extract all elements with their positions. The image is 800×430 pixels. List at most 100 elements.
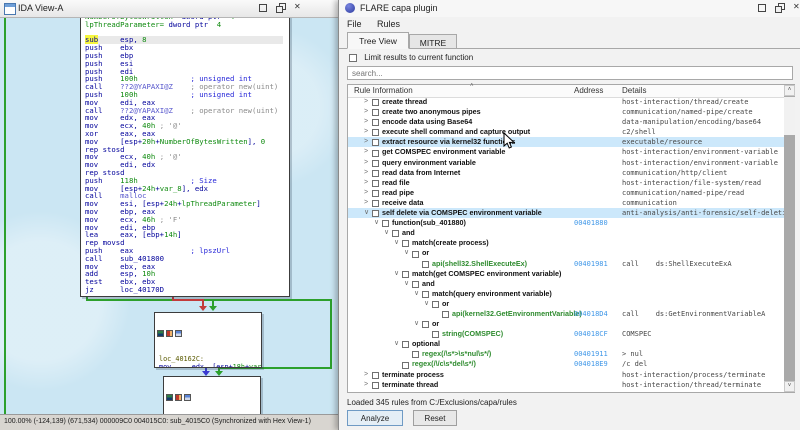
tree-row[interactable]: > extract resource via kernel32 functions… [348,137,785,148]
rule-checkbox[interactable] [382,220,389,228]
rule-checkbox[interactable] [372,210,379,218]
chevron-down-icon[interactable]: ∨ [374,218,382,228]
rule-checkbox[interactable] [372,200,379,208]
chevron-down-icon[interactable]: ∨ [394,339,402,349]
chevron-down-icon[interactable]: ∨ [394,269,402,279]
analyze-button[interactable]: Analyze [347,410,403,426]
rule-address[interactable]: 00401880 [574,219,608,227]
chevron-down-icon[interactable]: ∨ [414,289,422,299]
chevron-right-icon[interactable]: > [364,117,372,127]
maximize-icon[interactable] [757,3,766,12]
limit-results-checkbox[interactable] [349,53,357,62]
reset-button[interactable]: Reset [413,410,457,426]
tree-row[interactable]: ∨ optional [348,339,785,349]
chevron-right-icon[interactable]: > [364,178,372,188]
tree-row[interactable]: > execute shell command and capture outpu… [348,127,785,137]
chevron-down-icon[interactable]: ∨ [414,319,422,329]
rule-address[interactable]: 00401981 [574,260,608,268]
tree-row[interactable]: ∨ function(sub_401880) 00401880 [348,218,785,228]
scroll-up-icon[interactable]: ˄ [784,85,795,96]
tree-row[interactable]: > receive data communication [348,198,785,208]
rule-checkbox[interactable] [402,341,409,349]
chevron-right-icon[interactable]: > [364,380,372,390]
tree-row[interactable]: > read file host-interaction/file-system/r… [348,178,785,188]
search-input[interactable] [347,66,793,80]
tree-row[interactable]: ∨ match(create process) [348,238,785,248]
tree-row[interactable]: >write filehost-interaction/file-system/… [348,390,785,391]
tab-tree-view[interactable]: Tree View [347,32,409,49]
rule-checkbox[interactable] [422,290,429,298]
rule-checkbox[interactable] [372,139,379,147]
rule-checkbox[interactable] [372,149,379,157]
rule-checkbox[interactable] [422,321,429,329]
capa-titlebar[interactable]: FLARE capa plugin [339,0,800,18]
basic-block-sub-4015C0[interactable]: NumberOfBytesWritten= dword ptr -4lpThre… [80,11,290,297]
tree-row[interactable]: string(COMSPEC) 004018CF COMSPEC [348,329,785,339]
chevron-right-icon[interactable]: > [364,370,372,380]
tree-row[interactable]: ∨ match(get COMSPEC environment variable) [348,269,785,279]
rule-checkbox[interactable] [372,381,379,389]
rule-checkbox[interactable] [412,351,419,359]
rule-checkbox[interactable] [412,250,419,258]
rule-checkbox[interactable] [372,189,379,197]
chevron-down-icon[interactable]: ∨ [364,208,372,218]
chevron-down-icon[interactable]: ∨ [404,248,412,258]
menu-rules[interactable]: Rules [377,19,400,29]
menu-file[interactable]: File [347,19,362,29]
chevron-right-icon[interactable]: > [364,390,372,392]
chevron-right-icon[interactable]: > [364,158,372,168]
tree-row[interactable]: > terminate process host-interaction/proce… [348,370,785,380]
tree-row[interactable]: ∨ match(query environment variable) [348,289,785,299]
rule-checkbox[interactable] [372,179,379,187]
tree-row[interactable]: > read pipe communication/named-pipe/read [348,188,785,198]
rule-checkbox[interactable] [372,169,379,177]
chevron-right-icon[interactable]: > [364,168,372,178]
rule-address[interactable]: 004018CF [574,330,608,338]
chevron-right-icon[interactable]: > [364,97,372,107]
tree-row[interactable]: api(shell32.ShellExecuteEx) 00401981 call … [348,259,785,269]
tree-row[interactable]: > encode data using Base64 data-manipulati… [348,117,785,127]
ida-graph-view[interactable]: NumberOfBytesWritten= dword ptr -4lpThre… [0,0,338,430]
rule-checkbox[interactable] [402,361,409,369]
chevron-down-icon[interactable]: ∨ [424,299,432,309]
float-icon[interactable] [775,3,785,13]
rule-checkbox[interactable] [422,260,429,268]
rule-checkbox[interactable] [372,99,379,107]
tree-row[interactable]: ∨ or [348,299,785,309]
close-icon[interactable] [793,2,800,12]
chevron-down-icon[interactable]: ∨ [394,238,402,248]
rule-checkbox[interactable] [402,240,409,248]
tree-row[interactable]: ∨ and [348,228,785,238]
tree-row[interactable]: > create thread host-interaction/thread/cr… [348,97,785,107]
chevron-right-icon[interactable]: > [364,137,372,147]
rule-checkbox[interactable] [432,300,439,308]
rule-checkbox[interactable] [372,129,379,137]
tab-mitre[interactable]: MITRE [409,34,457,49]
chevron-right-icon[interactable]: > [364,188,372,198]
rule-checkbox[interactable] [432,331,439,339]
rule-checkbox[interactable] [392,230,399,238]
scroll-down-icon[interactable]: ˅ [784,381,795,392]
tree-row[interactable]: ∨ self delete via COMSPEC environment var… [348,208,785,219]
float-icon[interactable] [276,3,286,13]
basic-block-loc-401634[interactable]: loc_401634:mov cl, [esi]mov al, cl [163,376,261,416]
tree-row[interactable]: > query environment variable host-interact… [348,158,785,168]
tree-row[interactable]: regex(/\s*>\s*nul\s*/) 00401911 > nul [348,349,785,359]
tree-row[interactable]: > create two anonymous pipes communication… [348,107,785,117]
ida-view-titlebar[interactable]: IDA View-A [0,0,338,18]
tree-row[interactable]: ∨ or [348,319,785,329]
tree-row[interactable]: ∨ and [348,279,785,289]
rule-checkbox[interactable] [372,109,379,117]
column-address[interactable]: Address [574,86,603,95]
vertical-scrollbar[interactable]: ˄ ˅ [784,85,795,392]
rule-address[interactable]: 004018E9 [574,360,608,368]
scrollbar-thumb[interactable] [784,97,795,135]
chevron-down-icon[interactable]: ∨ [404,279,412,289]
chevron-right-icon[interactable]: > [364,147,372,157]
basic-block-loc-40162C[interactable]: loc_40162C:mov edx, [esp+18h+var_8]mov e… [154,312,262,368]
tree-row[interactable]: > read data from Internet communication/ht… [348,168,785,178]
chevron-right-icon[interactable]: > [364,107,372,117]
rule-address[interactable]: 004018D4 [574,310,608,318]
rule-checkbox[interactable] [372,371,379,379]
rule-checkbox[interactable] [372,159,379,167]
